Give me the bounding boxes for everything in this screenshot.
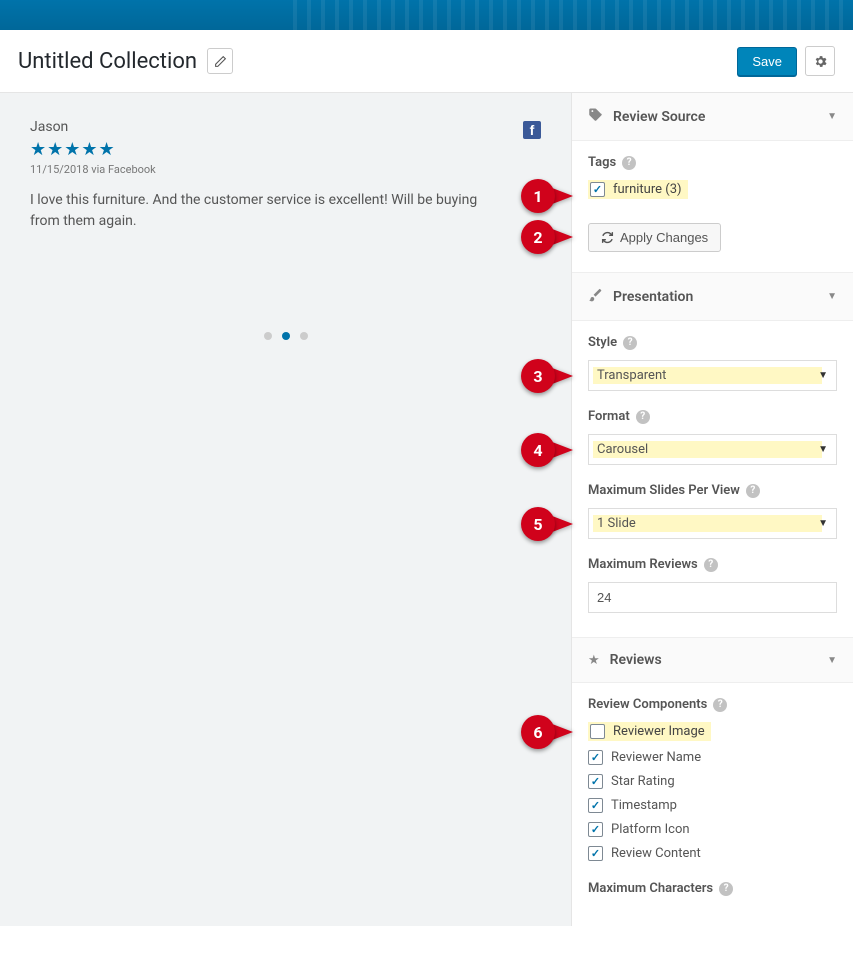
carousel-dot[interactable] (264, 332, 272, 340)
checkbox-icon (588, 750, 603, 765)
panel-header-reviews[interactable]: ★ Reviews ▼ (572, 637, 853, 683)
pencil-icon (214, 55, 227, 68)
checkbox-icon (588, 774, 603, 789)
main-content: Jason ★★★★★ 11/15/2018 via Facebook I lo… (0, 93, 853, 926)
help-icon[interactable]: ? (704, 558, 718, 572)
checkbox-icon (590, 724, 605, 739)
help-icon[interactable]: ? (719, 882, 733, 896)
panel-body-reviews: Review Components ? 6 Reviewer Image Re (572, 683, 853, 926)
review-card: Jason ★★★★★ 11/15/2018 via Facebook I lo… (30, 119, 541, 232)
chevron-down-icon: ▼ (827, 111, 837, 122)
facebook-icon: f (523, 121, 541, 139)
help-icon[interactable]: ? (746, 484, 760, 498)
checkbox-icon (588, 846, 603, 861)
help-icon[interactable]: ? (713, 698, 727, 712)
checkbox-icon (588, 822, 603, 837)
max-chars-label: Maximum Characters ? (588, 881, 837, 896)
tags-label: Tags ? (588, 155, 837, 170)
max-slides-label: Maximum Slides Per View ? (588, 483, 837, 498)
checkbox-star-rating[interactable]: Star Rating (588, 772, 837, 791)
help-icon[interactable]: ? (636, 410, 650, 424)
star-icon: ★ (588, 653, 600, 668)
style-label: Style ? (588, 335, 837, 350)
checkbox-icon (588, 798, 603, 813)
gear-icon (813, 54, 828, 69)
carousel-dot[interactable] (300, 332, 308, 340)
edit-title-button[interactable] (207, 48, 233, 74)
callout-2: 2 (521, 219, 581, 255)
tag-checkbox-furniture[interactable]: furniture (3) (588, 180, 688, 199)
settings-sidebar: Review Source ▼ Tags ? 1 furniture (3) (572, 93, 853, 926)
callout-3: 3 (521, 358, 581, 394)
page-title: Untitled Collection (18, 49, 197, 74)
checkbox-icon (590, 182, 605, 197)
panel-body-review-source: Tags ? 1 furniture (3) 2 (572, 141, 853, 272)
panel-body-presentation: Style ? 3 Transparent ▼ Format (572, 321, 853, 637)
tag-icon (588, 107, 603, 126)
chevron-down-icon: ▼ (818, 518, 828, 529)
reviewer-name: Jason (30, 119, 541, 135)
max-reviews-input[interactable] (588, 582, 837, 613)
max-reviews-label: Maximum Reviews ? (588, 557, 837, 572)
help-icon[interactable]: ? (623, 336, 637, 350)
chevron-down-icon: ▼ (818, 444, 828, 455)
chevron-down-icon: ▼ (818, 370, 828, 381)
tag-label: furniture (3) (613, 182, 682, 197)
checkbox-timestamp[interactable]: Timestamp (588, 796, 837, 815)
max-slides-select[interactable]: 1 Slide ▼ (588, 508, 837, 539)
top-banner (0, 0, 853, 30)
carousel-dot-active[interactable] (282, 332, 290, 340)
header-bar: Untitled Collection Save (0, 30, 853, 93)
panel-header-presentation[interactable]: Presentation ▼ (572, 272, 853, 321)
format-select[interactable]: Carousel ▼ (588, 434, 837, 465)
checkbox-reviewer-name[interactable]: Reviewer Name (588, 748, 837, 767)
callout-1: 1 (521, 178, 581, 214)
checkbox-reviewer-image[interactable]: Reviewer Image (588, 722, 711, 741)
panel-header-review-source[interactable]: Review Source ▼ (572, 93, 853, 141)
checkbox-platform-icon[interactable]: Platform Icon (588, 820, 837, 839)
style-select[interactable]: Transparent ▼ (588, 360, 837, 391)
star-rating: ★★★★★ (30, 139, 541, 160)
preview-pane: Jason ★★★★★ 11/15/2018 via Facebook I lo… (0, 93, 572, 926)
apply-changes-button[interactable]: Apply Changes (588, 223, 721, 252)
callout-4: 4 (521, 432, 581, 468)
panel-title: Review Source (613, 109, 827, 125)
brush-icon (588, 287, 603, 306)
callout-5: 5 (521, 506, 581, 542)
panel-title: Presentation (613, 289, 827, 305)
review-text: I love this furniture. And the customer … (30, 190, 500, 232)
review-timestamp: 11/15/2018 via Facebook (30, 163, 541, 176)
carousel-dots (30, 332, 541, 340)
format-label: Format ? (588, 409, 837, 424)
panel-title: Reviews (610, 652, 827, 668)
save-button[interactable]: Save (737, 47, 797, 76)
review-components-label: Review Components ? (588, 697, 837, 712)
chevron-down-icon: ▼ (827, 291, 837, 302)
callout-6: 6 (521, 714, 581, 750)
chevron-down-icon: ▼ (827, 655, 837, 666)
settings-button[interactable] (805, 46, 835, 76)
checkbox-review-content[interactable]: Review Content (588, 844, 837, 863)
help-icon[interactable]: ? (622, 156, 636, 170)
refresh-icon (601, 231, 614, 244)
